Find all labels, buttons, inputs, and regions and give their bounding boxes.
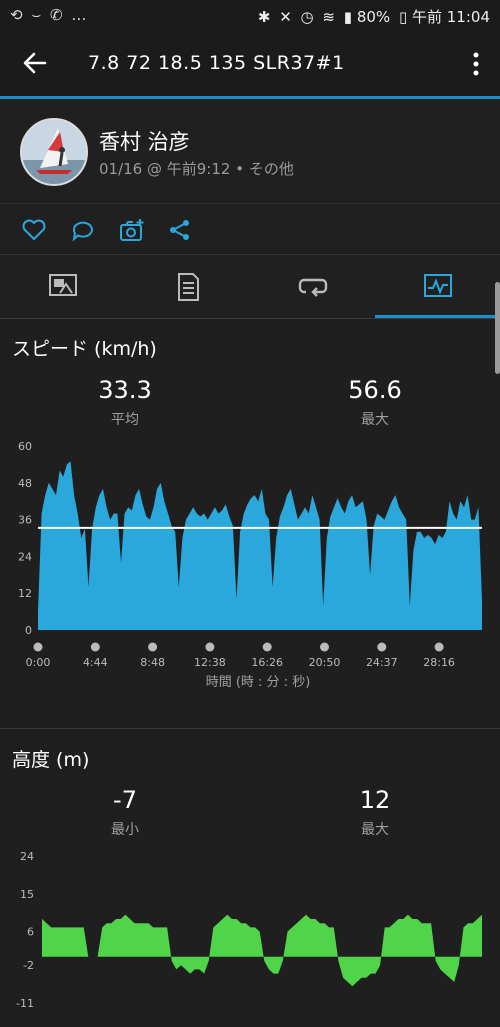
speed-x-tick-label: 24:37: [366, 656, 398, 669]
call-forward-icon: ✆: [50, 6, 65, 24]
status-left-icons: ⟲ ⌣ ✆ …: [10, 6, 88, 24]
missed-call-icon: ⟲: [10, 6, 25, 24]
speed-area-series: [38, 461, 482, 630]
speed-x-tick-dot: [33, 642, 43, 652]
speed-y-tick-label: 12: [18, 587, 32, 600]
speed-avg-label: 平均: [111, 412, 139, 428]
speed-x-axis-label: 時間 (時 : 分 : 秒): [206, 675, 311, 690]
comment-icon[interactable]: [69, 216, 97, 244]
overflow-menu-icon[interactable]: [466, 50, 486, 78]
speed-x-tick-label: 16:26: [251, 656, 283, 669]
speed-max-value: 56.6: [348, 376, 402, 404]
speed-x-tick-dot: [377, 642, 387, 652]
speed-x-tick-dot: [262, 642, 272, 652]
speed-chart: 60 48 36 24 12 0 0:00 4:44 8:48 12:38 16:26 20:50 2…: [18, 440, 482, 690]
battery-text: 80%: [356, 8, 391, 26]
mute-icon: ✕: [279, 8, 292, 26]
status-bar: ⟲ ⌣ ✆ … ✱ ✕ ◷ ≋ ▮ 80% ▯ 午前 11:04: [0, 0, 500, 32]
speed-section-title: スピード (km/h): [12, 338, 157, 360]
elevation-min-label: 最小: [111, 822, 139, 838]
speed-y-tick-label: 24: [18, 550, 32, 563]
tab-charts[interactable]: [375, 255, 500, 318]
speed-x-tick-label: 8:48: [140, 656, 165, 669]
laps-loop-icon: [298, 278, 328, 297]
photo-map-icon: [49, 274, 77, 296]
speed-x-tick-label: 28:16: [423, 656, 455, 669]
heart-icon[interactable]: [20, 216, 48, 244]
elevation-max-value: 12: [359, 786, 391, 814]
avatar[interactable]: [20, 118, 88, 186]
windsurf-photo-icon: [22, 120, 86, 184]
activity-owner: 香村 治彦 01/16 @ 午前9:12 • その他: [0, 99, 500, 203]
speed-x-tick-label: 20:50: [309, 656, 341, 669]
add-photo-icon[interactable]: [118, 216, 146, 244]
tab-laps[interactable]: [250, 255, 375, 318]
speed-y-tick-label: 36: [18, 514, 32, 527]
back-arrow-icon[interactable]: [20, 48, 50, 78]
speed-x-tick-label: 0:00: [26, 656, 51, 669]
elevation-y-tick-label: 6: [27, 926, 34, 939]
speed-y-tick-label: 60: [18, 440, 32, 453]
speed-x-tick-dot: [148, 642, 158, 652]
action-bar: [0, 204, 500, 254]
battery-icon: ▯: [398, 8, 408, 26]
elevation-y-tick-label: 15: [20, 888, 34, 901]
activity-date-type: 01/16 @ 午前9:12 • その他: [99, 160, 294, 178]
more-notifications-icon: …: [71, 6, 89, 24]
bluetooth-icon: ✱: [257, 8, 271, 26]
chart-pulse-icon: [424, 274, 452, 297]
clock-text: 午前 11:04: [412, 8, 490, 26]
activity-title: 7.8 72 18.5 135 SLR37#1: [88, 52, 345, 74]
share-icon[interactable]: [166, 216, 194, 244]
elevation-chart: 24 15 6 -2 -11: [16, 850, 482, 1010]
elevation-y-tick-label: -2: [23, 959, 34, 972]
speed-x-tick-dot: [205, 642, 215, 652]
tab-overview[interactable]: [0, 255, 125, 318]
signal-icon: ▮: [343, 8, 353, 26]
elevation-max-label: 最大: [361, 822, 389, 838]
speed-max-label: 最大: [361, 412, 389, 428]
speed-y-tick-label: 0: [25, 624, 32, 637]
elevation-y-tick-label: -11: [16, 997, 34, 1010]
speed-x-tick-label: 4:44: [83, 656, 108, 669]
refresh-icon: ⌣: [31, 6, 44, 24]
document-list-icon: [178, 273, 199, 301]
speed-x-tick-dot: [434, 642, 444, 652]
wifi-icon: ≋: [322, 8, 335, 26]
tab-stats[interactable]: [125, 255, 250, 318]
owner-name: 香村 治彦: [99, 130, 190, 154]
elevation-area-series: [42, 914, 482, 987]
tab-divider: [0, 318, 500, 319]
app-bar: 7.8 72 18.5 135 SLR37#1: [0, 32, 500, 96]
section-divider: [0, 728, 500, 729]
alarm-icon: ◷: [300, 8, 314, 26]
elevation-y-tick-label: 24: [20, 850, 34, 863]
speed-x-tick-dot: [320, 642, 329, 652]
speed-x-tick-label: 12:38: [194, 656, 226, 669]
speed-avg-value: 33.3: [98, 376, 152, 404]
status-right: ✱ ✕ ◷ ≋ ▮ 80% ▯ 午前 11:04: [254, 6, 490, 27]
speed-y-tick-label: 48: [18, 477, 32, 490]
elevation-section-title: 高度 (m): [12, 749, 90, 771]
detail-tabs: [0, 255, 500, 318]
speed-x-tick-dot: [90, 642, 100, 652]
scrollbar-thumb[interactable]: [495, 282, 500, 374]
elevation-min-value: -7: [113, 786, 137, 814]
